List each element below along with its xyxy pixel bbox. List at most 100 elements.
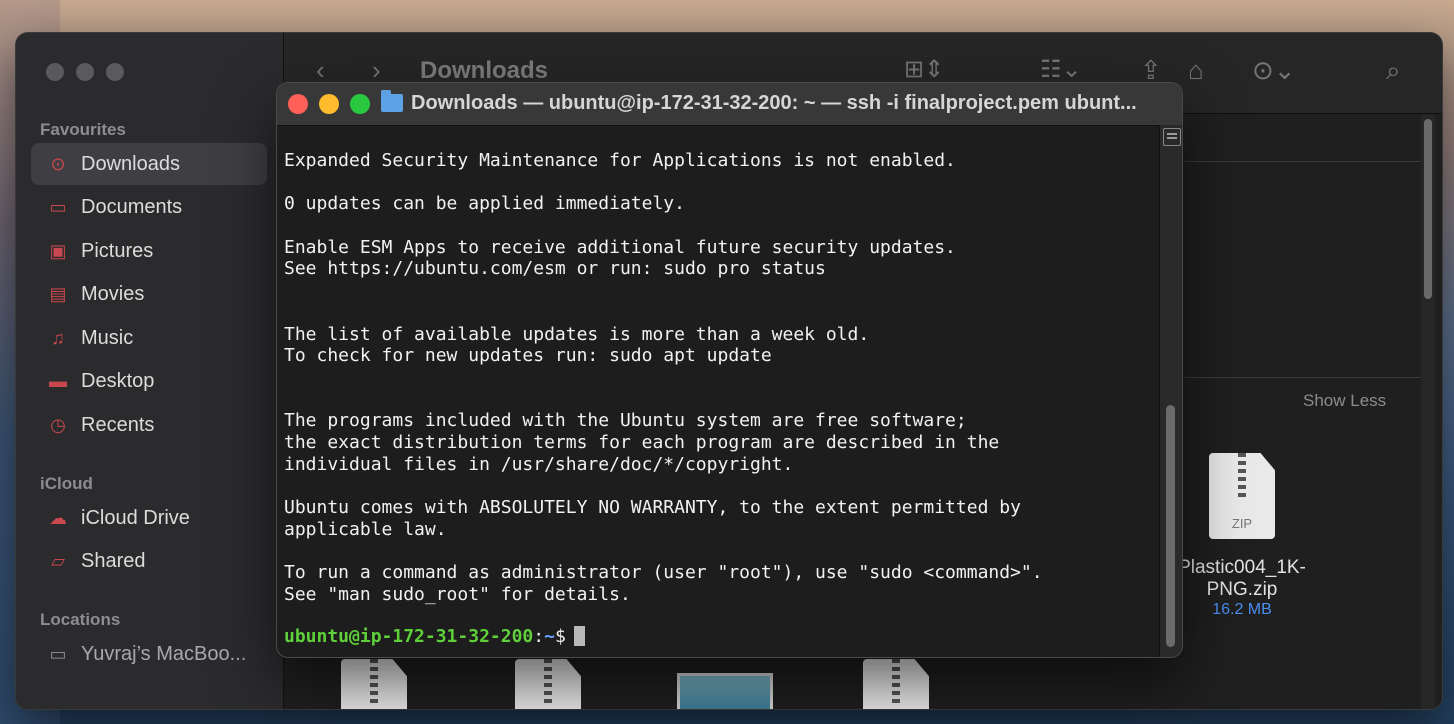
show-less-button[interactable]: Show Less	[1303, 391, 1386, 411]
document-icon: ▭	[49, 197, 67, 217]
sidebar-item-icloud-drive[interactable]: ☁ iCloud Drive	[31, 497, 267, 539]
desktop-icon: ▬	[49, 371, 67, 391]
sidebar-item-label: Pictures	[81, 239, 154, 262]
clock-icon: ◷	[50, 414, 66, 435]
text-cursor	[573, 626, 585, 646]
zoom-button[interactable]	[350, 94, 370, 114]
zip-file-icon: ZIP	[1209, 453, 1275, 539]
close-button[interactable]	[46, 63, 64, 81]
group-icon[interactable]: ☷⌄	[1040, 55, 1082, 84]
terminal-line: applicable law.	[284, 518, 447, 540]
sidebar-item-label: Music	[81, 326, 134, 349]
terminal-titlebar[interactable]: Downloads — ubuntu@ip-172-31-32-200: ~ —…	[277, 83, 1182, 126]
terminal-line: See https://ubuntu.com/esm or run: sudo …	[284, 258, 826, 280]
terminal-window-controls	[288, 94, 370, 114]
terminal-line: See "man sudo_root" for details.	[284, 583, 631, 605]
sidebar-item-documents[interactable]: ▭ Documents	[31, 187, 267, 229]
view-grid-icon[interactable]: ⊞⇕	[904, 55, 944, 84]
terminal-scrollbar[interactable]	[1159, 125, 1182, 657]
sidebar-item-downloads[interactable]: ⊙ Downloads	[31, 143, 267, 185]
minimize-button[interactable]	[319, 94, 339, 114]
file-name-line2: PNG.zip	[1206, 579, 1278, 600]
terminal-title-text: Downloads — ubuntu@ip-172-31-32-200: ~ —…	[411, 92, 1137, 114]
scroll-menu-icon[interactable]	[1163, 128, 1181, 146]
terminal-line: Expanded Security Maintenance for Applic…	[284, 150, 956, 171]
sidebar-item-label: Desktop	[81, 370, 155, 392]
sidebar-item-label: Recents	[81, 413, 155, 436]
terminal-line: individual files in /usr/share/doc/*/cop…	[284, 453, 794, 475]
sidebar-item-label: iCloud Drive	[81, 506, 190, 529]
shared-folder-icon: ▱	[51, 551, 65, 571]
favourites-title: Favourites	[40, 120, 126, 139]
more-icon[interactable]: ⊙⌄	[1252, 55, 1296, 86]
prompt-user: ubuntu@ip-172-31-32-200	[284, 626, 534, 647]
terminal-window: Downloads — ubuntu@ip-172-31-32-200: ~ —…	[277, 83, 1182, 657]
zip-file-icon[interactable]	[515, 659, 581, 709]
zip-file-icon[interactable]	[863, 659, 929, 709]
sidebar-item-music[interactable]: ♫ Music	[31, 317, 267, 359]
sidebar-item-label: Downloads	[81, 152, 180, 175]
sidebar-item-yuvraj-s-macboo[interactable]: ▭ Yuvraj’s MacBoo...	[31, 633, 267, 675]
file-name-line1: Plastic004_1K-	[1178, 557, 1306, 578]
film-icon: ▤	[49, 284, 67, 304]
terminal-title: Downloads — ubuntu@ip-172-31-32-200: ~ —…	[381, 92, 1168, 115]
terminal-line: the exact distribution terms for each pr…	[284, 431, 1000, 453]
sidebar-item-shared[interactable]: ▱ Shared	[31, 541, 267, 583]
laptop-icon: ▭	[49, 643, 67, 664]
forward-icon[interactable]: ›	[372, 55, 381, 86]
share-icon[interactable]: ⇪	[1140, 55, 1162, 86]
locations-title: Locations	[40, 610, 121, 629]
divider	[1184, 377, 1422, 378]
cloud-icon: ☁	[49, 507, 67, 528]
download-circle-icon: ⊙	[50, 153, 66, 174]
tag-icon[interactable]: ⌂	[1188, 55, 1204, 86]
terminal-line: To run a command as administrator (user …	[284, 562, 1043, 584]
minimize-button[interactable]	[76, 63, 94, 81]
terminal-line: The list of available updates is more th…	[284, 323, 870, 345]
prompt-path: ~	[544, 626, 555, 647]
scroll-thumb[interactable]	[1166, 405, 1175, 647]
terminal-line: To check for new updates run: sudo apt u…	[284, 345, 772, 367]
zip-file-icon[interactable]	[341, 659, 407, 709]
terminal-line: Enable ESM Apps to receive additional fu…	[284, 236, 956, 258]
sidebar-item-label: Yuvraj’s MacBoo...	[81, 642, 247, 665]
finder-sidebar: Favourites ⊙ Downloads ▭ Documents ▣ Pictures…	[16, 33, 284, 709]
prompt-symbol: $	[554, 626, 566, 647]
divider	[1184, 161, 1422, 162]
zip-file-item[interactable]: ZIP Plastic004_1K- PNG.zip 16.2 MB	[1177, 453, 1307, 619]
close-button[interactable]	[288, 94, 308, 114]
sidebar-item-label: Shared	[81, 550, 146, 572]
sidebar-item-movies[interactable]: ▤ Movies	[31, 274, 267, 316]
sidebar-item-label: Movies	[81, 283, 145, 305]
file-size: 16.2 MB	[1212, 601, 1272, 618]
search-icon[interactable]: ⌕	[1386, 55, 1401, 87]
music-note-icon: ♫	[51, 327, 65, 348]
sidebar-item-pictures[interactable]: ▣ Pictures	[31, 230, 267, 272]
finder-scrollbar[interactable]	[1421, 115, 1435, 709]
back-icon[interactable]: ‹	[316, 55, 325, 86]
icloud-title: iCloud	[40, 474, 93, 493]
terminal-line: 0 updates can be applied immediately.	[284, 193, 685, 215]
terminal-output[interactable]: Expanded Security Maintenance for Applic…	[284, 150, 1158, 605]
zoom-button[interactable]	[106, 63, 124, 81]
zip-icon-label: ZIP	[1231, 516, 1253, 531]
finder-window-controls	[46, 63, 124, 81]
prompt-separator: :	[533, 626, 545, 647]
terminal-line: The programs included with the Ubuntu sy…	[284, 410, 967, 432]
sidebar-item-recents[interactable]: ◷ Recents	[31, 404, 267, 446]
terminal-line: Ubuntu comes with ABSOLUTELY NO WARRANTY…	[284, 497, 1021, 518]
photo-icon: ▣	[49, 240, 67, 261]
terminal-prompt[interactable]: ubuntu@ip-172-31-32-200:~$	[284, 626, 585, 647]
sidebar-item-desktop[interactable]: ▬ Desktop	[31, 361, 267, 403]
finder-title: Downloads	[420, 57, 549, 84]
sidebar-item-label: Documents	[81, 196, 183, 218]
image-file-icon[interactable]	[677, 673, 773, 709]
